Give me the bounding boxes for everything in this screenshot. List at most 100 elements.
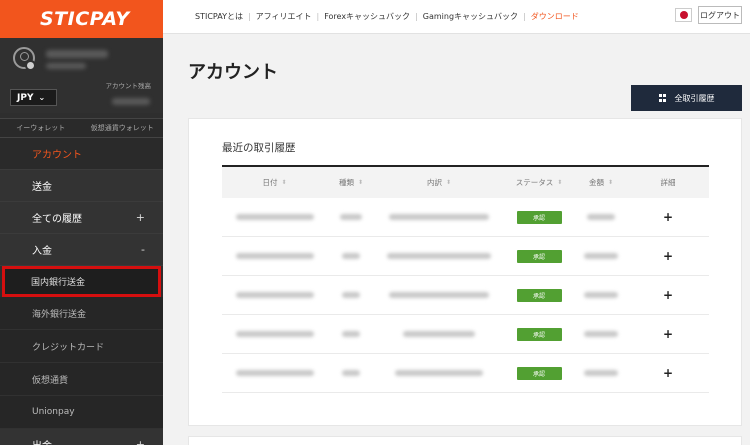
user-name-blurred <box>46 50 108 58</box>
col-type-label: 種類 <box>338 178 354 187</box>
type-blurred <box>342 292 360 298</box>
all-history-button[interactable]: 全取引履歴 <box>631 85 742 111</box>
tab-e-wallet[interactable]: イーウォレット <box>0 119 82 137</box>
sidebar-item-transfer[interactable]: 送金 <box>0 170 163 202</box>
date-blurred <box>235 331 314 337</box>
date-blurred <box>235 370 314 376</box>
recent-transactions-card: 最近の取引履歴 日付 ⬍ 種類 ⬍ 内訳 ⬍ ステータス ⬍ 金額 ⬍ 詳細 承認 + 承… <box>188 118 742 426</box>
divider: | <box>316 12 320 21</box>
currency-value: JPY <box>17 92 34 103</box>
col-status-label: ステータス <box>515 178 554 187</box>
sidebar-sub-domestic-bank[interactable]: 国内銀行送金 <box>2 266 161 297</box>
type-blurred <box>342 370 360 376</box>
col-details[interactable]: 内訳 ⬍ <box>375 177 503 188</box>
grid-icon <box>658 94 667 102</box>
status-badge: 承認 <box>516 249 562 263</box>
status-badge: 承認 <box>516 327 562 341</box>
details-blurred <box>395 370 483 376</box>
sidebar-item-label: アカウント <box>32 150 82 161</box>
sort-icon: ⬍ <box>281 179 287 186</box>
page-title: アカウント <box>188 62 278 83</box>
sidebar-item-label: 送金 <box>32 182 52 193</box>
user-id-blurred <box>46 63 86 69</box>
sidebar: STICPAY JPY ⌄ アカウント残高 イーウォレット 仮想通貨ウォレット … <box>0 0 163 445</box>
type-blurred <box>342 253 360 259</box>
sort-icon: ⬍ <box>445 179 452 186</box>
expand-plus-icon[interactable]: + <box>663 366 673 380</box>
expand-plus-icon[interactable]: + <box>663 210 673 224</box>
tab-e-wallet-label: イーウォレット <box>16 124 66 132</box>
sidebar-item-label: 出金 <box>32 437 52 445</box>
divider: | <box>523 12 526 21</box>
amount-blurred <box>584 370 618 376</box>
plus-icon: + <box>135 211 145 224</box>
sidebar-item-deposit[interactable]: 入金 - <box>0 234 163 266</box>
amount-blurred <box>584 253 618 259</box>
amount-blurred <box>584 292 618 298</box>
logo-area[interactable]: STICPAY <box>0 0 163 38</box>
sidebar-sub-unionpay[interactable]: Unionpay <box>0 396 163 429</box>
details-blurred <box>389 214 489 220</box>
col-date-label: 日付 <box>262 178 278 187</box>
sidebar-sub-overseas-bank[interactable]: 海外銀行送金 <box>0 297 163 330</box>
status-badge: 承認 <box>516 288 562 302</box>
table-header: 日付 ⬍ 種類 ⬍ 内訳 ⬍ ステータス ⬍ 金額 ⬍ 詳細 <box>222 165 709 198</box>
sticpay-logo[interactable]: STICPAY <box>40 8 130 30</box>
sidebar-sub-label: Unionpay <box>32 407 75 417</box>
sidebar-sub-credit-card[interactable]: クレジットカード <box>0 330 163 363</box>
top-nav: STICPAYとは | アフィリエイト | Forexキャッシュバック | Ga… <box>195 11 579 22</box>
sidebar-item-all-history[interactable]: 全ての履歴 + <box>0 202 163 234</box>
transactions-table: 日付⬍ 種類⬍ 内訳⬍ ステータス⬍ 金額⬍ 詳細 承認 + 承認 + <box>222 165 709 393</box>
table-row: 承認 + <box>222 276 709 315</box>
date-blurred <box>235 253 314 259</box>
table-row: 承認 + <box>222 237 709 276</box>
japan-flag-icon[interactable] <box>675 8 692 22</box>
sort-icon: ⬍ <box>607 179 614 186</box>
chevron-down-icon: ⌄ <box>38 93 46 102</box>
expand-plus-icon[interactable]: + <box>663 327 673 341</box>
type-blurred <box>342 331 360 337</box>
sidebar-sub-label: 仮想通貨 <box>32 375 69 386</box>
logout-button[interactable]: ログアウト <box>698 6 742 24</box>
col-details-label: 内訳 <box>426 178 442 187</box>
plus-icon: + <box>135 438 145 445</box>
all-history-label: 全取引履歴 <box>674 93 715 103</box>
top-link-forex-cashback[interactable]: Forexキャッシュバック <box>324 11 410 22</box>
col-type[interactable]: 種類 ⬍ <box>327 177 375 188</box>
col-amount[interactable]: 金額 ⬍ <box>575 177 627 188</box>
sidebar-sub-label: 国内銀行送金 <box>31 278 86 288</box>
tab-crypto-wallet[interactable]: 仮想通貨ウォレット <box>82 119 164 137</box>
expand-plus-icon[interactable]: + <box>663 288 673 302</box>
col-date[interactable]: 日付 ⬍ <box>222 177 327 188</box>
col-detail-label: 詳細 <box>660 178 676 187</box>
col-status[interactable]: ステータス ⬍ <box>503 177 575 188</box>
avatar-settings-icon[interactable] <box>25 60 36 71</box>
sort-icon: ⬍ <box>557 179 563 186</box>
user-area: JPY ⌄ アカウント残高 <box>0 38 163 113</box>
col-detail: 詳細 <box>627 177 709 188</box>
date-blurred <box>235 292 314 298</box>
sidebar-sub-crypto[interactable]: 仮想通貨 <box>0 363 163 396</box>
secondary-card <box>188 436 742 445</box>
col-amount-label: 金額 <box>588 178 604 187</box>
top-link-about[interactable]: STICPAYとは <box>195 11 243 22</box>
account-balance-label: アカウント残高 <box>105 82 152 90</box>
expand-plus-icon[interactable]: + <box>663 249 673 263</box>
tab-crypto-wallet-label: 仮想通貨ウォレット <box>90 124 154 132</box>
sidebar-item-withdraw[interactable]: 出金 + <box>0 429 163 445</box>
top-link-download[interactable]: ダウンロード <box>531 11 579 22</box>
balance-blurred <box>112 98 150 105</box>
amount-blurred <box>587 214 615 220</box>
sidebar-sub-label: クレジットカード <box>32 342 105 353</box>
sidebar-item-label: 全ての履歴 <box>32 214 82 225</box>
sort-icon: ⬍ <box>357 179 364 186</box>
sidebar-item-label: 入金 <box>32 246 52 257</box>
top-link-affiliate[interactable]: アフィリエイト <box>256 11 312 22</box>
sidebar-item-account[interactable]: アカウント <box>0 138 163 170</box>
currency-select[interactable]: JPY ⌄ <box>10 89 57 106</box>
status-badge: 承認 <box>516 366 562 380</box>
topbar: STICPAYとは | アフィリエイト | Forexキャッシュバック | Ga… <box>163 0 750 34</box>
status-badge: 承認 <box>516 210 562 224</box>
sidebar-sub-label: 海外銀行送金 <box>32 309 87 320</box>
top-link-gaming-cashback[interactable]: Gamingキャッシュバック <box>423 11 518 22</box>
